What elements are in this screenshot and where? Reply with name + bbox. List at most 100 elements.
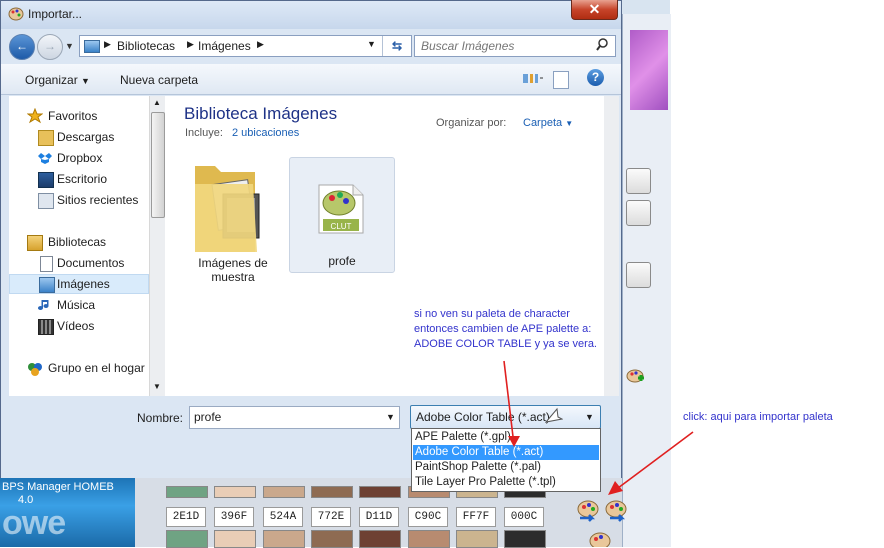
documents-icon [40, 256, 53, 272]
color-swatch[interactable] [359, 530, 401, 548]
color-swatch[interactable] [408, 530, 450, 548]
nav-musica[interactable]: Música [9, 295, 149, 315]
color-swatch[interactable] [166, 486, 208, 498]
instruction-note-line: si no ven su paleta de character [414, 308, 570, 320]
color-code-field[interactable]: 772E [311, 507, 351, 527]
filetype-option-paintshop[interactable]: PaintShop Palette (*.pal) [413, 460, 599, 475]
nav-escritorio[interactable]: Escritorio [9, 169, 149, 189]
nav-videos-label: Vídeos [57, 319, 95, 333]
color-code-field[interactable]: FF7F [456, 507, 496, 527]
nav-descargas[interactable]: Descargas [9, 127, 149, 147]
color-swatch[interactable] [263, 486, 305, 498]
color-swatch[interactable] [311, 486, 353, 498]
background-button-2[interactable] [626, 200, 651, 226]
scroll-up-icon[interactable]: ▲ [153, 98, 161, 107]
desktop-icon [38, 172, 54, 188]
folder-icon [193, 156, 269, 254]
chevron-down-icon: ▼ [565, 119, 574, 128]
nav-imagenes-label: Imágenes [57, 277, 110, 291]
scroll-thumb[interactable] [151, 112, 165, 218]
chevron-down-icon[interactable]: ▼ [386, 412, 395, 422]
forward-button[interactable]: → [37, 34, 63, 60]
includes-label: Incluye: [185, 127, 223, 139]
color-swatch[interactable] [214, 486, 256, 498]
content-pane: Biblioteca Imágenes Incluye: 2 ubicacion… [165, 96, 604, 396]
scroll-down-icon[interactable]: ▼ [153, 382, 161, 391]
back-button[interactable]: ← [9, 34, 35, 60]
nav-documentos[interactable]: Documentos [9, 253, 149, 273]
color-code-field[interactable]: C90C [408, 507, 448, 527]
organize-label: Organizar [25, 73, 78, 87]
nav-favoritos[interactable]: Favoritos [9, 106, 149, 126]
color-swatch[interactable] [456, 530, 498, 548]
instruction-note-line: entonces cambien de APE palette a: [414, 323, 592, 335]
recent-locations-chevron-icon[interactable]: ▼ [65, 41, 74, 51]
dialog-titlebar [1, 1, 621, 29]
color-swatch[interactable] [504, 530, 546, 548]
close-icon: ✕ [588, 1, 601, 17]
search-input[interactable] [419, 37, 593, 55]
arrange-by-label: Organizar por: [436, 117, 507, 129]
palette-icon-bottom[interactable] [588, 530, 614, 547]
organize-button[interactable]: Organizar ▼ [25, 73, 90, 87]
refresh-icon: ⇆ [391, 39, 403, 53]
filetype-selected-value: Adobe Color Table (*.act) [416, 410, 550, 424]
navigation-scrollbar[interactable]: ▲ ▼ [149, 96, 165, 396]
color-code-field[interactable]: 000C [504, 507, 544, 527]
view-options-button[interactable] [522, 71, 544, 87]
nav-sitios-recientes[interactable]: Sitios recientes [9, 190, 149, 210]
background-button-3[interactable] [626, 262, 651, 288]
nav-bibliotecas[interactable]: Bibliotecas [9, 232, 149, 252]
file-item-profe[interactable]: CLUT profe [289, 157, 395, 273]
forward-arrow-icon: → [44, 39, 56, 53]
color-code-field[interactable]: D11D [359, 507, 399, 527]
nav-imagenes[interactable]: Imágenes [9, 274, 149, 294]
downloads-folder-icon [38, 130, 54, 146]
color-swatch[interactable] [214, 530, 256, 548]
content-scrollbar[interactable] [604, 96, 619, 396]
close-button[interactable]: ✕ [571, 0, 618, 20]
nav-videos[interactable]: Vídeos [9, 316, 149, 336]
add-palette-icon[interactable] [626, 367, 646, 387]
color-code-field[interactable]: 2E1D [166, 507, 206, 527]
address-bar[interactable]: ▶ Bibliotecas ▶ Imágenes ▶ ▼ ⇆ [79, 35, 412, 57]
search-icon[interactable] [596, 38, 608, 55]
help-icon[interactable]: ? [587, 69, 604, 86]
arrange-by-value: Carpeta [523, 117, 563, 129]
chevron-down-icon[interactable]: ▼ [585, 412, 594, 422]
filetype-option-tile-layer[interactable]: Tile Layer Pro Palette (*.tpl) [413, 475, 599, 490]
filetype-dropdown-list[interactable]: APE Palette (*.gpl) Adobe Color Table (*… [411, 428, 601, 492]
preview-pane-icon[interactable] [553, 71, 569, 89]
library-title: Biblioteca Imágenes [184, 104, 338, 123]
breadcrumb-imagenes[interactable]: Imágenes [198, 39, 251, 53]
refresh-button[interactable]: ⇆ [382, 36, 411, 56]
nav-favoritos-label: Favoritos [48, 109, 98, 123]
new-folder-button[interactable]: Nueva carpeta [120, 73, 198, 87]
filename-combobox[interactable]: profe ▼ [189, 406, 400, 429]
filetype-option-ape[interactable]: APE Palette (*.gpl) [413, 430, 599, 445]
address-dropdown-icon[interactable]: ▼ [367, 39, 376, 49]
nav-sitios-recientes-label: Sitios recientes [57, 193, 139, 207]
filetype-select[interactable]: Adobe Color Table (*.act) ▼ [410, 405, 601, 429]
pictures-icon [39, 277, 55, 293]
nav-grupo-hogar[interactable]: Grupo en el hogar [9, 358, 149, 378]
includes-locations-link[interactable]: 2 ubicaciones [232, 127, 299, 139]
filetype-option-adobe[interactable]: Adobe Color Table (*.act) [413, 445, 599, 460]
color-swatch[interactable] [166, 530, 208, 548]
color-code-field[interactable]: 524A [263, 507, 303, 527]
navigation-pane: Favoritos Descargas Dropbox Escritorio S… [9, 96, 149, 396]
nav-dropbox[interactable]: Dropbox [9, 148, 149, 168]
recent-places-icon [38, 193, 54, 209]
color-code-field[interactable]: 396F [214, 507, 254, 527]
color-swatch[interactable] [311, 530, 353, 548]
nav-musica-label: Música [57, 298, 96, 312]
export-palette-icon[interactable] [604, 498, 630, 524]
background-button-1[interactable] [626, 168, 651, 194]
color-swatch[interactable] [263, 530, 305, 548]
import-palette-icon[interactable] [576, 498, 602, 524]
color-swatch[interactable] [359, 486, 401, 498]
arrange-by-dropdown[interactable]: Carpeta ▼ [523, 117, 573, 129]
filename-input[interactable]: profe [194, 410, 221, 424]
search-box[interactable] [414, 35, 616, 57]
breadcrumb-bibliotecas[interactable]: Bibliotecas [117, 39, 175, 53]
